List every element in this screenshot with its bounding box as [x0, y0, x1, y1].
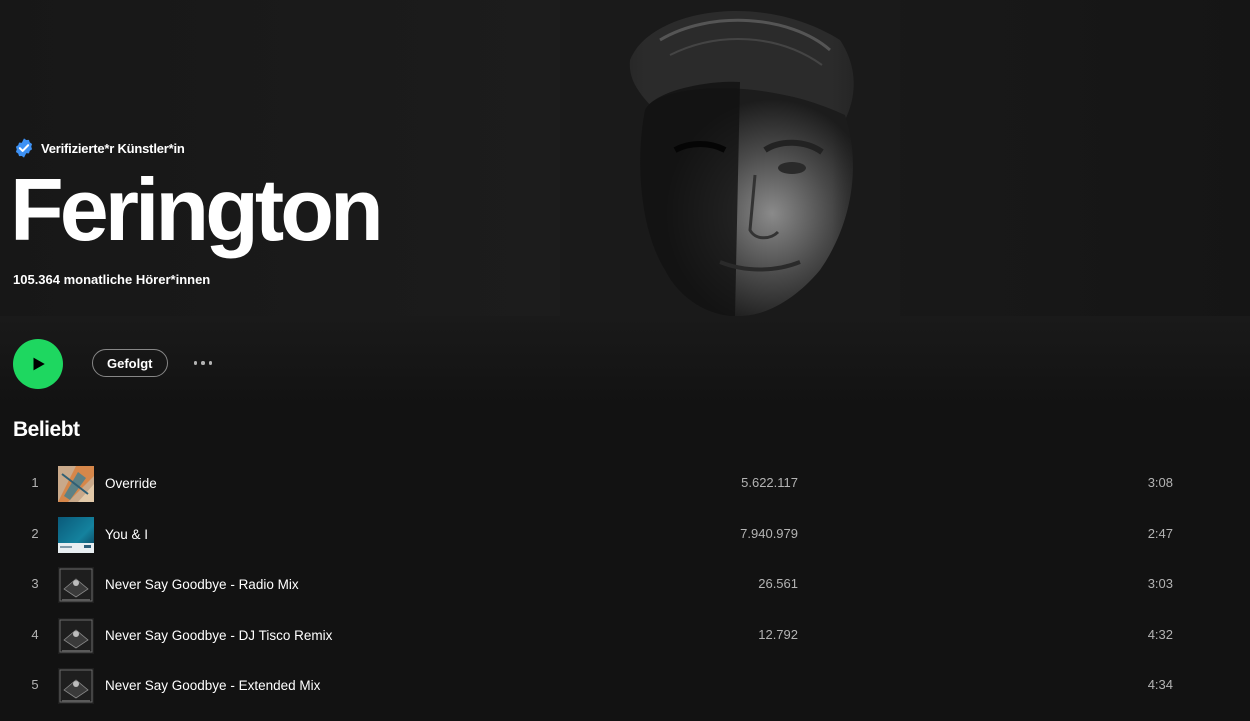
track-duration: 4:34 — [1147, 677, 1173, 692]
album-cover-icon[interactable] — [58, 567, 94, 603]
more-dot-icon — [208, 361, 213, 365]
track-number: 3 — [31, 576, 39, 591]
track-number: 5 — [31, 677, 39, 692]
track-number: 4 — [31, 626, 39, 642]
track-duration: 3:03 — [1147, 576, 1173, 591]
artist-content: Gefolgt Beliebt 1 Override 5.622.117 3:0… — [0, 316, 1250, 721]
track-duration: 3:08 — [1147, 475, 1173, 490]
album-cover-icon[interactable] — [58, 466, 94, 502]
track-duration: 4:32 — [1147, 626, 1173, 642]
track-title[interactable]: Never Say Goodbye - Extended Mix — [105, 678, 320, 693]
track-row[interactable]: 3 Never Say Goodbye - Radio Mix 26.561 3… — [0, 559, 1250, 610]
artist-photo — [560, 0, 900, 316]
verified-badge-icon — [15, 138, 33, 158]
album-cover-icon[interactable] — [58, 617, 94, 654]
track-title[interactable]: Override — [105, 476, 157, 491]
verified-label: Verifizierte*r Künstler*in — [41, 140, 185, 156]
popular-section-title: Beliebt — [13, 418, 80, 441]
track-number: 2 — [31, 525, 39, 541]
album-cover-icon[interactable] — [58, 516, 94, 553]
track-plays: 7.940.979 — [740, 525, 798, 541]
artist-name: Ferington — [10, 160, 384, 259]
track-title[interactable]: You & I — [105, 527, 148, 542]
more-options-button[interactable] — [188, 352, 218, 374]
popular-tracklist: 1 Override 5.622.117 3:08 2 You & I 7.94… — [0, 458, 1250, 711]
track-duration: 2:47 — [1147, 525, 1173, 541]
artist-header: Verifizierte*r Künstler*in Ferington 105… — [0, 0, 1250, 316]
track-title[interactable]: Never Say Goodbye - Radio Mix — [105, 577, 299, 592]
follow-button[interactable]: Gefolgt — [92, 349, 168, 377]
more-dot-icon — [193, 361, 198, 365]
track-row[interactable]: 2 You & I 7.940.979 2:47 — [0, 509, 1250, 560]
verified-artist-row: Verifizierte*r Künstler*in — [13, 137, 185, 159]
more-dot-icon — [201, 361, 205, 365]
track-plays: 12.792 — [758, 626, 798, 642]
track-row[interactable]: 4 Never Say Goodbye - DJ Tisco Remix 12.… — [0, 610, 1250, 661]
track-plays: 5.622.117 — [741, 475, 798, 490]
track-row[interactable]: 1 Override 5.622.117 3:08 — [0, 458, 1250, 509]
track-row[interactable]: 5 Never Say Goodbye - Extended Mix 4:34 — [0, 660, 1250, 711]
play-button[interactable] — [13, 339, 63, 389]
monthly-listeners: 105.364 monatliche Hörer*innen — [13, 272, 211, 287]
play-icon — [33, 357, 45, 371]
track-title[interactable]: Never Say Goodbye - DJ Tisco Remix — [105, 628, 332, 643]
track-plays: 26.561 — [758, 576, 798, 591]
track-number: 1 — [31, 475, 39, 490]
album-cover-icon[interactable] — [58, 668, 94, 704]
